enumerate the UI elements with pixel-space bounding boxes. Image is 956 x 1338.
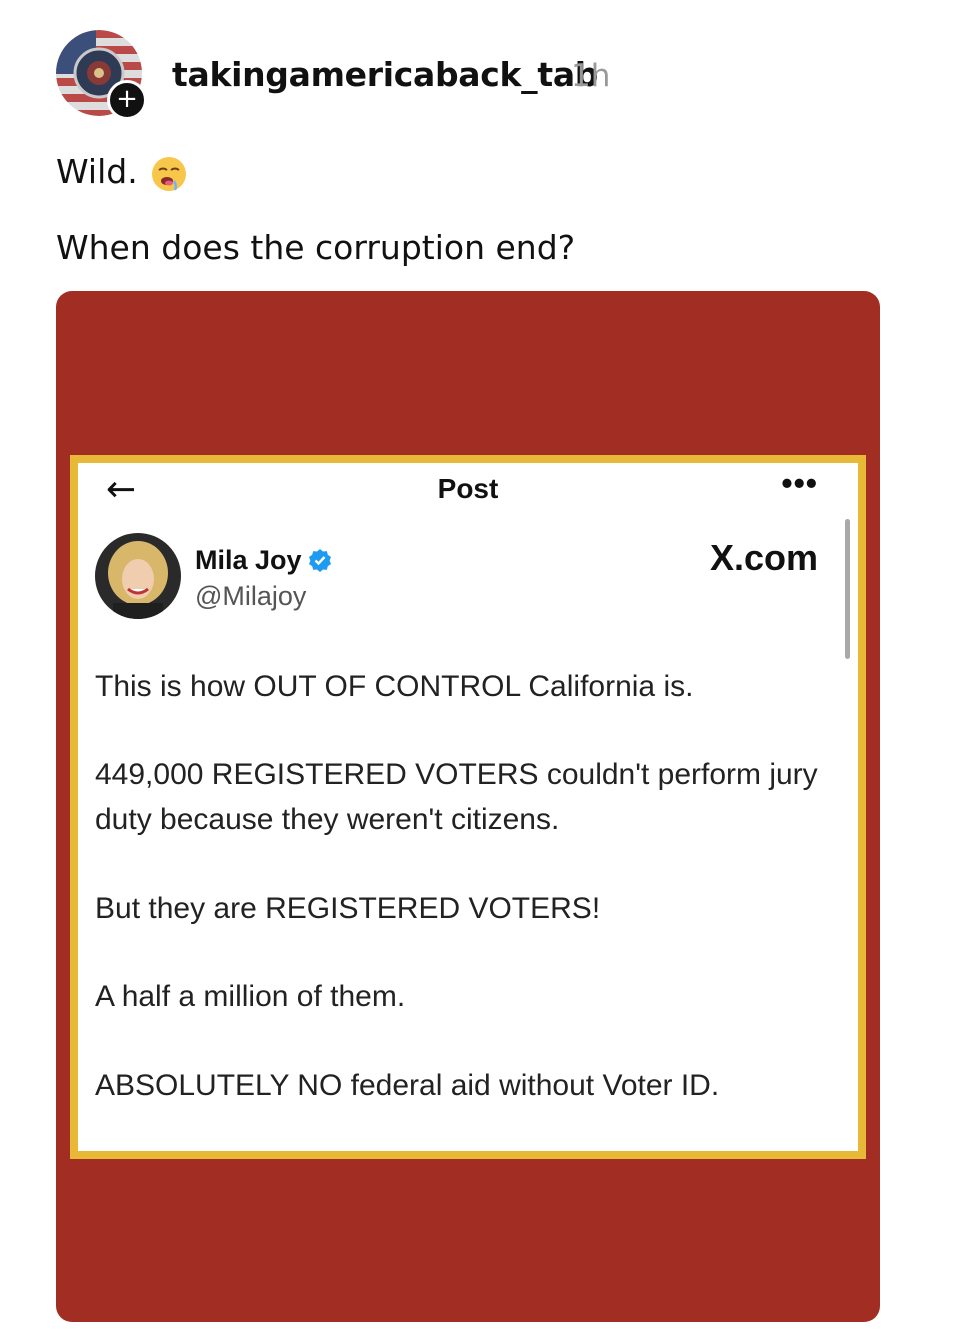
tweet-paragraph: This is how OUT OF CONTROL California is… bbox=[95, 670, 694, 703]
source-label: X.com bbox=[709, 537, 818, 578]
tweet-author-avatar bbox=[95, 533, 181, 619]
caption-line-2: When does the corruption end? bbox=[56, 228, 576, 267]
tweet-paragraph: A half a million of them. bbox=[95, 980, 406, 1013]
tweet-paragraph: 449,000 REGISTERED VOTERS couldn't perfo… bbox=[95, 758, 818, 836]
caption-text-1: Wild. bbox=[56, 152, 138, 191]
tweet-paragraph: ABSOLUTELY NO federal aid without Voter … bbox=[95, 1069, 720, 1102]
caption-line-1: Wild. bbox=[56, 152, 188, 193]
tweet-header-title: Post bbox=[437, 473, 499, 504]
author-photo bbox=[95, 533, 181, 619]
verified-badge-icon bbox=[308, 549, 331, 572]
scrollbar bbox=[845, 519, 850, 659]
author-name-text: Mila Joy bbox=[195, 545, 302, 575]
tweet-author-name: Mila Joy bbox=[195, 545, 332, 576]
post-timestamp: 1h bbox=[571, 58, 611, 94]
tweet-screenshot: ← Post ••• Mila Joy @Milajoy X.com This … bbox=[78, 463, 858, 1151]
post-media-image[interactable]: ← Post ••• Mila Joy @Milajoy X.com This … bbox=[56, 291, 880, 1322]
tweet-screenshot-frame: ← Post ••• Mila Joy @Milajoy X.com This … bbox=[70, 455, 866, 1159]
follow-plus-button[interactable]: + bbox=[107, 80, 147, 120]
username-link[interactable]: takingamericaback_tab bbox=[172, 55, 598, 94]
drooling-face-emoji-icon bbox=[151, 156, 186, 191]
more-dots-icon: ••• bbox=[781, 465, 818, 501]
tweet-author-handle: @Milajoy bbox=[195, 581, 307, 611]
tweet-paragraph: But they are REGISTERED VOTERS! bbox=[95, 892, 601, 925]
